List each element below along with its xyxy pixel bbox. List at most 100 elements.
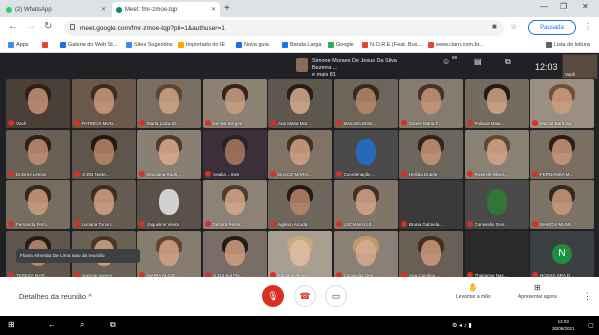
participant-tile[interactable]: Gisele Maria F... [399,79,463,128]
tab-whatsapp[interactable]: (2) WhatsApp ✕ [2,2,110,17]
maximize-icon[interactable]: ❐ [560,2,567,11]
participant-tile[interactable]: Fabiane Almei... [268,230,332,280]
mic-off-icon [270,120,276,126]
participant-tile[interactable]: Denise Borges [202,79,267,128]
star-icon[interactable]: ☆ [510,22,517,31]
participant-tile[interactable]: Graciana Rodri... [137,129,201,179]
back-icon[interactable]: ← [48,320,56,329]
participant-tile[interactable]: Marcia Barbosa [530,79,594,128]
taskbar-clock[interactable]: 12:03 30/06/2021 [552,318,575,332]
bookmark-youtube[interactable] [42,42,50,48]
participant-tile[interactable]: Fernanda Ferri... [6,180,70,229]
participant-tile[interactable]: rosalia ...mes [202,129,267,179]
participant-tile[interactable]: Debora Pereir... [202,180,267,229]
bookmark-apps[interactable]: Apps [8,42,29,48]
new-tab-button[interactable]: + [224,3,230,14]
url-text: meet.google.com/fmr-zmoe-tqp?pli=1&authu… [80,24,225,32]
windows-start-icon[interactable]: ⊞ [8,320,15,329]
meet-area: Simone Moraes De Jesus Da Silva Bezerra … [0,53,599,315]
bookmark-suggested[interactable]: Sites Sugeridos [126,42,173,48]
toast-text: Flavia Almeida De Lima saiu da reunião [20,253,105,259]
mic-off-icon [335,221,342,227]
participant-tile[interactable]: Coordenação ... [333,129,398,179]
bookmark-nore[interactable]: N.O.R.E (Feat. Bus... [362,42,422,48]
close-icon[interactable]: ✕ [101,6,106,13]
bookmark-banda-larga[interactable]: Banda Larga [282,42,322,48]
participant-tile[interactable]: Ji 114 Sul Pla... [202,230,267,280]
menu-icon[interactable]: ⋮ [584,22,592,31]
participant-face [290,189,310,215]
lock-icon [70,24,75,30]
participant-tile[interactable]: PATRICIA MUN... [71,79,136,128]
participant-tile[interactable]: Rose de Olivei... [464,129,529,179]
participant-name: Ji 304 Norte... [81,171,110,177]
participant-name: Gisele Maria F... [409,121,442,126]
camera-button[interactable]: ▭ [325,285,347,307]
more-options-icon[interactable]: ⋮ [583,291,592,302]
bookmark-google[interactable]: Google [328,42,354,48]
participant-tile[interactable]: FERNANDA M... [530,129,594,179]
participant-tile[interactable]: Luciana Tonon... [71,180,136,229]
present-now-button[interactable]: ⊞ Apresentar agora [518,283,557,300]
activities-icon[interactable]: ⧉ [505,57,511,67]
participant-name: Agilson Arruda [278,222,308,227]
url-input[interactable]: meet.google.com/fmr-zmoe-tqp?pli=1&authu… [64,20,504,36]
bookmark-label: N.O.R.E (Feat. Bus... [370,42,422,48]
bookmark-label: Google [336,42,354,48]
raise-hand-label: Levantar a mão [456,294,491,300]
participant-tile[interactable]: Thatianna Nas... [464,230,529,280]
participant-tile[interactable]: LUCIANA LUI... [333,180,398,229]
participant-face [290,138,310,165]
participant-tile[interactable]: Ana Maria Mor... [268,79,332,128]
mic-off-icon [73,221,80,227]
task-view-icon[interactable]: ⧉ [110,320,116,330]
reload-icon[interactable]: ↻ [44,21,52,32]
meeting-details-button[interactable]: Detalhes da reunião ^ [19,292,92,301]
participant-tile[interactable]: Bruna Gabriela... [399,180,463,229]
participant-face [159,239,179,266]
forward-icon[interactable]: → [26,21,36,32]
self-preview: Você [562,54,598,79]
participant-tile[interactable]: Marta Laiza Bl... [137,79,201,128]
participant-tile[interactable]: Dolores Lemos [6,129,70,179]
microphone-off-button[interactable]: 🎙 [262,285,284,307]
youtube-icon [42,42,48,48]
folder-icon [178,42,184,48]
close-window-icon[interactable]: ✕ [582,2,589,11]
participant-name: Dolores Lemos [16,171,47,177]
participant-tile[interactable]: Poliana Maia ... [464,79,529,128]
participant-tile[interactable]: Comissão Ges... [464,180,529,229]
participant-tile[interactable]: Comissão Ges... [333,230,398,280]
participant-tile[interactable]: Você [6,79,70,128]
tab-meet[interactable]: Meet: fmr-zmoe-tqp ✕ [112,2,220,17]
back-icon[interactable]: ← [8,21,18,32]
participant-tile[interactable]: Ji 304 Norte... [71,129,136,179]
search-icon[interactable]: ⌕ [80,320,84,330]
participant-tile[interactable]: MARCIA MUNI... [530,180,594,229]
bookmark-clarn[interactable]: www.clarn.com.br... [428,42,484,48]
bookmark-webstore[interactable]: Galeria do Web St... [60,42,117,48]
participant-tile[interactable]: MARIA ALICE ... [137,230,201,280]
chat-icon[interactable]: ▤ [474,57,482,66]
tray-icons[interactable]: ⚙ ◂ ♪ ▮ [452,322,472,329]
camera-permission-icon[interactable]: ■ [492,22,497,31]
participant-tile[interactable]: DULCE MARIA ... [268,129,332,179]
profile-button[interactable]: Pausada [528,20,576,35]
minimize-icon[interactable]: — [540,2,548,11]
participant-tile[interactable]: Manoela Britto... [333,79,398,128]
participant-tile[interactable]: Jaqueline Vieira [137,180,201,229]
participant-tile[interactable]: N NOSSA SRA D... [530,230,594,280]
leave-call-button[interactable]: ☎ [294,285,316,307]
bookmark-ie[interactable]: Importado do IE [178,42,225,48]
close-icon[interactable]: ✕ [211,6,216,13]
reading-list[interactable]: Lista de leitura [546,42,590,48]
notifications-icon[interactable]: ▢ [588,322,594,329]
raise-hand-button[interactable]: ✋ Levantar a mão [456,283,491,300]
people-icon[interactable]: ☺ [442,57,450,66]
participant-name: Manoela Britto... [343,121,377,126]
whatsapp-icon [6,6,12,13]
participant-tile[interactable]: Hellida Duarte [399,129,463,179]
participant-tile[interactable]: Agilson Arruda [268,180,332,229]
participant-tile[interactable]: Ana Carolina ... [399,230,463,280]
bookmark-newtab[interactable]: Nova guia [236,42,269,48]
